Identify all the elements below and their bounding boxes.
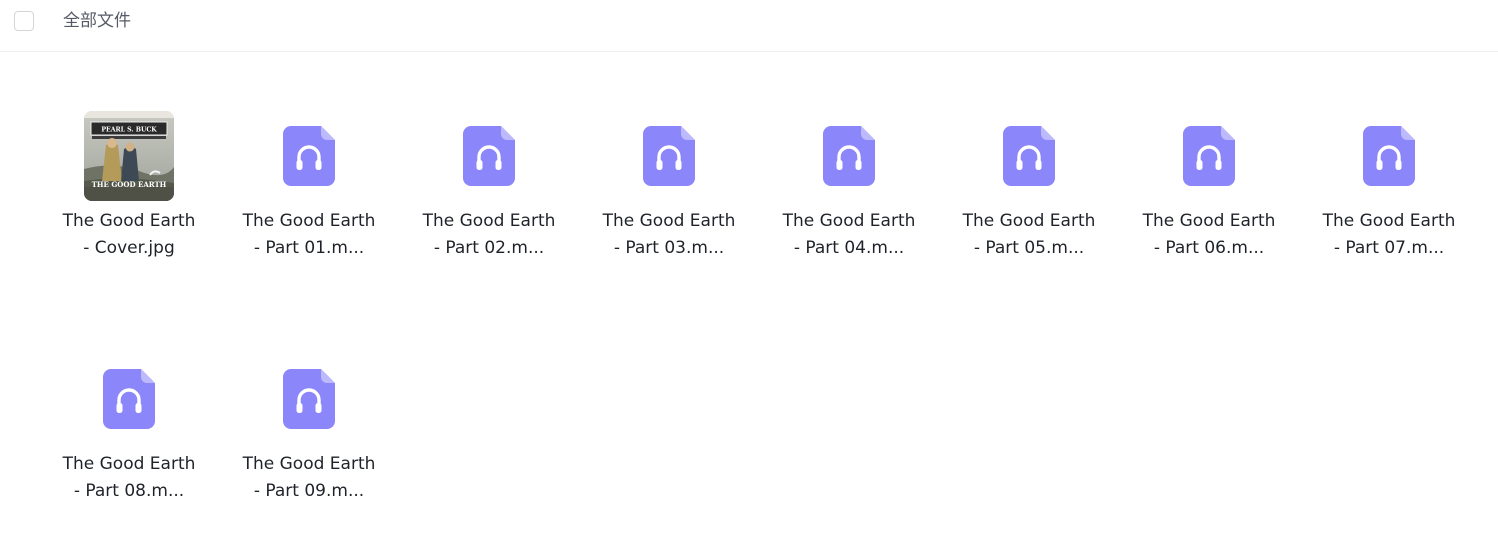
headphones-icon	[259, 106, 359, 206]
file-name-label: The Good Earth - Part 06.m...	[1142, 211, 1276, 258]
file-name-label: The Good Earth - Part 07.m...	[1322, 211, 1456, 258]
cover-author-text: PEARL S. BUCK	[101, 127, 157, 134]
file-name-label: The Good Earth - Part 03.m...	[602, 211, 736, 258]
file-tile[interactable]: The Good Earth - Part 01.m...	[229, 90, 389, 280]
file-grid: PEARL S. BUCK THE GOOD EARTH The Good Eart…	[49, 90, 1498, 523]
headphones-icon	[79, 349, 179, 449]
file-tile[interactable]: The Good Earth - Part 04.m...	[769, 90, 929, 280]
file-tile[interactable]: The Good Earth - Part 07.m...	[1309, 90, 1469, 280]
file-name-label: The Good Earth - Cover.jpg	[62, 211, 196, 258]
headphones-icon	[1159, 106, 1259, 206]
file-tile[interactable]: The Good Earth - Part 03.m...	[589, 90, 749, 280]
toolbar: 全部文件	[0, 0, 1498, 52]
file-tile[interactable]: PEARL S. BUCK THE GOOD EARTH The Good Eart…	[49, 90, 209, 280]
breadcrumb[interactable]: 全部文件	[63, 10, 131, 32]
file-name-label: The Good Earth - Part 04.m...	[782, 211, 916, 258]
cover-title-text: THE GOOD EARTH	[92, 180, 167, 189]
headphones-icon	[439, 106, 539, 206]
headphones-icon	[259, 349, 359, 449]
file-name-label: The Good Earth - Part 05.m...	[962, 211, 1096, 258]
file-name-label: The Good Earth - Part 01.m...	[242, 211, 376, 258]
headphones-icon	[619, 106, 719, 206]
headphones-icon	[1339, 106, 1439, 206]
book-cover-image: PEARL S. BUCK THE GOOD EARTH	[84, 111, 174, 201]
file-tile[interactable]: The Good Earth - Part 08.m...	[49, 333, 209, 523]
file-name-label: The Good Earth - Part 08.m...	[62, 454, 196, 501]
select-all-checkbox[interactable]	[14, 11, 34, 31]
file-name-label: The Good Earth - Part 02.m...	[422, 211, 556, 258]
file-tile[interactable]: The Good Earth - Part 02.m...	[409, 90, 569, 280]
file-tile[interactable]: The Good Earth - Part 06.m...	[1129, 90, 1289, 280]
file-name-label: The Good Earth - Part 09.m...	[242, 454, 376, 501]
headphones-icon	[979, 106, 1079, 206]
file-tile[interactable]: The Good Earth - Part 05.m...	[949, 90, 1109, 280]
image-thumbnail: PEARL S. BUCK THE GOOD EARTH	[79, 106, 179, 206]
file-tile[interactable]: The Good Earth - Part 09.m...	[229, 333, 389, 523]
headphones-icon	[799, 106, 899, 206]
